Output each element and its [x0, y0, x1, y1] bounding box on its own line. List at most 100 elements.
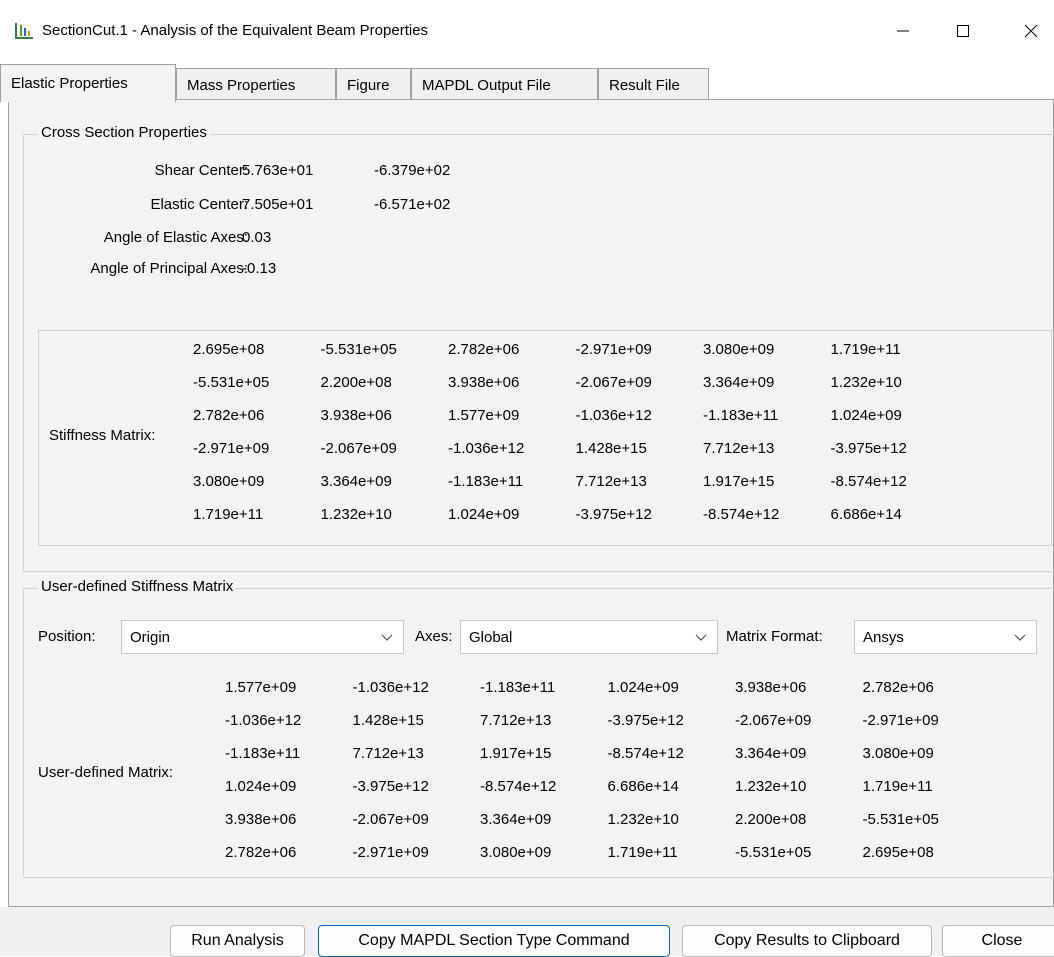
tab-elastic-properties[interactable]: Elastic Properties — [0, 64, 176, 102]
matrix-cell: -1.036e+12 — [352, 679, 429, 696]
matrix-cell: -2.971e+09 — [862, 712, 939, 729]
matrix-cell: 1.719e+11 — [607, 844, 678, 861]
matrix-cell: -3.975e+12 — [607, 712, 684, 729]
matrix-cell: 1.024e+09 — [607, 679, 679, 696]
axes-select[interactable]: Global — [460, 620, 718, 654]
matrix-cell: 2.782e+06 — [448, 341, 520, 358]
matrix-cell: -3.975e+12 — [830, 440, 907, 457]
tab-mass-properties[interactable]: Mass Properties — [176, 68, 336, 102]
stiffness-matrix-box: Stiffness Matrix: 2.695e+08 -5.531e+05 2.7… — [38, 330, 1052, 546]
axes-select-value: Global — [469, 628, 513, 646]
matrix-cell: -1.183e+11 — [480, 679, 556, 696]
shear-center-label: Shear Center: — [154, 162, 248, 179]
matrix-cell: -2.067e+09 — [575, 374, 652, 391]
cross-section-title: Cross Section Properties — [38, 124, 210, 141]
angle-principal-axes-label: Angle of Principal Axes: — [90, 260, 248, 277]
matrix-cell: 1.024e+09 — [448, 506, 520, 523]
matrix-format-label: Matrix Format: — [726, 628, 823, 645]
matrix-cell: 6.686e+14 — [607, 778, 679, 795]
angle-elastic-axes-value: 0.03 — [242, 229, 272, 246]
matrix-cell: 1.232e+10 — [735, 778, 807, 795]
close-button[interactable]: Close — [942, 925, 1054, 957]
matrix-cell: -8.574e+12 — [480, 778, 557, 795]
matrix-cell: 1.024e+09 — [225, 778, 297, 795]
matrix-cell: 1.428e+15 — [352, 712, 424, 729]
matrix-cell: 2.695e+08 — [862, 844, 934, 861]
elastic-center-y: -6.571e+02 — [374, 196, 451, 213]
cross-section-group: Cross Section Properties Shear Center: 5… — [23, 124, 1054, 572]
matrix-cell: 1.917e+15 — [703, 473, 775, 490]
matrix-cell: 7.712e+13 — [575, 473, 647, 490]
chevron-down-icon — [381, 634, 393, 641]
angle-principal-axes-value: -0.13 — [242, 260, 277, 277]
matrix-cell: 2.782e+06 — [862, 679, 934, 696]
matrix-cell: 3.364e+09 — [703, 374, 775, 391]
matrix-cell: -1.036e+12 — [575, 407, 652, 424]
chevron-down-icon — [695, 634, 707, 641]
matrix-format-select-value: Ansys — [863, 628, 904, 646]
matrix-cell: 3.364e+09 — [480, 811, 552, 828]
matrix-cell: 3.938e+06 — [320, 407, 392, 424]
tab-mapdl-output-file[interactable]: MAPDL Output File — [411, 68, 598, 102]
matrix-cell: -5.531e+05 — [862, 811, 939, 828]
copy-results-button[interactable]: Copy Results to Clipboard — [682, 925, 932, 957]
matrix-cell: -2.067e+09 — [320, 440, 397, 457]
matrix-cell: 1.719e+11 — [830, 341, 901, 358]
title-bar: SectionCut.1 - Analysis of the Equivalen… — [0, 0, 1054, 62]
matrix-cell: 1.917e+15 — [480, 745, 552, 762]
matrix-cell: -2.971e+09 — [193, 440, 270, 457]
matrix-cell: -1.183e+11 — [225, 745, 301, 762]
shear-center-x: 5.763e+01 — [242, 162, 314, 179]
matrix-cell: -2.971e+09 — [575, 341, 652, 358]
matrix-format-select[interactable]: Ansys — [854, 620, 1037, 654]
app-chart-icon — [15, 23, 33, 39]
matrix-cell: 1.577e+09 — [448, 407, 520, 424]
copy-mapdl-command-button[interactable]: Copy MAPDL Section Type Command — [318, 925, 670, 957]
minimize-button[interactable] — [880, 12, 926, 50]
matrix-cell: 1.024e+09 — [830, 407, 902, 424]
angle-elastic-axes-label: Angle of Elastic Axes: — [103, 229, 248, 246]
matrix-cell: 7.712e+13 — [480, 712, 552, 729]
window-title: SectionCut.1 - Analysis of the Equivalen… — [42, 22, 429, 39]
matrix-cell: 1.719e+11 — [862, 778, 933, 795]
position-select[interactable]: Origin — [121, 620, 404, 654]
matrix-cell: 3.080e+09 — [193, 473, 265, 490]
matrix-cell: 2.782e+06 — [193, 407, 265, 424]
maximize-button[interactable] — [940, 12, 986, 50]
matrix-cell: -8.574e+12 — [607, 745, 684, 762]
matrix-cell: 3.938e+06 — [225, 811, 297, 828]
matrix-cell: 6.686e+14 — [830, 506, 902, 523]
matrix-cell: -1.183e+11 — [448, 473, 524, 490]
user-defined-group: User-defined Stiffness Matrix Position: … — [23, 578, 1054, 878]
tab-figure[interactable]: Figure — [336, 68, 411, 102]
run-analysis-button[interactable]: Run Analysis — [170, 925, 305, 957]
matrix-cell: 1.232e+10 — [830, 374, 902, 391]
matrix-cell: -1.036e+12 — [448, 440, 525, 457]
tab-result-file[interactable]: Result File — [598, 68, 709, 102]
position-select-value: Origin — [130, 628, 171, 646]
elastic-center-label: Elastic Center: — [150, 196, 248, 213]
matrix-cell: 3.080e+09 — [703, 341, 775, 358]
matrix-cell: -3.975e+12 — [352, 778, 429, 795]
matrix-cell: 1.577e+09 — [225, 679, 297, 696]
user-defined-matrix-label: User-defined Matrix: — [38, 764, 174, 781]
stiffness-matrix-label: Stiffness Matrix: — [49, 427, 156, 444]
matrix-cell: 3.938e+06 — [735, 679, 807, 696]
matrix-cell: 7.712e+13 — [352, 745, 424, 762]
chevron-down-icon — [1014, 634, 1026, 641]
matrix-cell: 1.428e+15 — [575, 440, 647, 457]
matrix-cell: 2.695e+08 — [193, 341, 265, 358]
axes-label: Axes: — [415, 628, 453, 645]
elastic-center-x: 7.505e+01 — [242, 196, 314, 213]
matrix-cell: -2.971e+09 — [352, 844, 429, 861]
matrix-cell: -8.574e+12 — [703, 506, 780, 523]
close-icon — [1024, 24, 1038, 38]
shear-center-y: -6.379e+02 — [374, 162, 451, 179]
matrix-cell: 3.080e+09 — [862, 745, 934, 762]
matrix-cell: -5.531e+05 — [320, 341, 397, 358]
close-window-button[interactable] — [1008, 12, 1054, 50]
matrix-cell: -1.183e+11 — [703, 407, 779, 424]
matrix-cell: 2.782e+06 — [225, 844, 297, 861]
matrix-cell: 3.080e+09 — [480, 844, 552, 861]
user-defined-title: User-defined Stiffness Matrix — [38, 578, 237, 595]
